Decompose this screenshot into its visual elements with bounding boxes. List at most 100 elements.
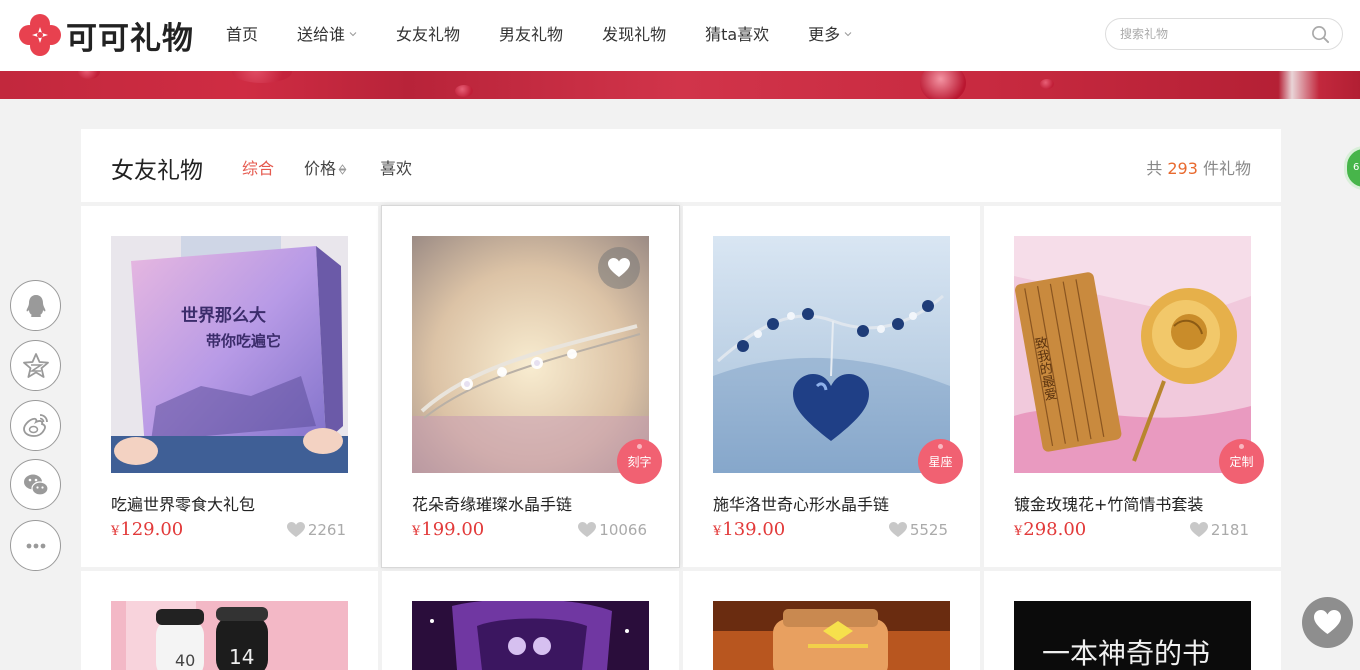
nav-item-for-whom[interactable]: 送给谁 <box>297 0 357 71</box>
floating-badge[interactable]: 6 <box>1344 146 1360 190</box>
product-image[interactable]: 致我的最爱 <box>1014 236 1251 473</box>
weibo-icon <box>23 414 48 437</box>
badge-number: 6 <box>1353 162 1360 173</box>
nav-label: 男友礼物 <box>499 25 564 44</box>
nav-label: 猜ta喜欢 <box>705 25 770 44</box>
like-count[interactable]: 5525 <box>888 521 948 539</box>
share-qzone-button[interactable] <box>10 340 61 391</box>
product-card[interactable]: 刻字 花朵奇缘璀璨水晶手链 ¥199.00 10066 <box>382 206 679 567</box>
like-count[interactable]: 2181 <box>1189 521 1249 539</box>
product-image[interactable] <box>713 236 950 473</box>
heart-icon <box>578 522 597 537</box>
sort-label: 喜欢 <box>380 159 413 178</box>
nav-item-more[interactable]: 更多 <box>808 0 852 71</box>
product-card[interactable]: 致我的最爱 定制 镀金玫瑰花+竹简情书套装 ¥298.00 2181 <box>984 206 1281 567</box>
site-name: 可可礼物 <box>66 20 194 57</box>
nav-item-boyfriend-gifts[interactable]: 男友礼物 <box>499 0 563 71</box>
book-cover-text: 一本神奇的书 <box>1042 637 1210 670</box>
product-image[interactable] <box>412 601 649 670</box>
price-value: 129.00 <box>120 519 184 540</box>
page-title: 女友礼物 <box>111 158 203 184</box>
nav-label: 发现礼物 <box>602 25 667 44</box>
sort-tab-likes[interactable]: 喜欢 <box>380 155 412 179</box>
svg-text:14: 14 <box>229 645 254 669</box>
site-logo[interactable]: 可可礼物 <box>18 13 194 57</box>
product-card[interactable] <box>382 571 679 670</box>
qq-icon <box>26 295 46 317</box>
sort-tab-default[interactable]: 综合 <box>242 155 274 179</box>
product-card[interactable]: 星座 施华洛世奇心形水晶手链 ¥139.00 5525 <box>683 206 980 567</box>
promo-banner[interactable] <box>0 71 1360 99</box>
qzone-star-icon <box>23 353 49 378</box>
search-icon[interactable] <box>1311 25 1330 44</box>
heart-icon <box>608 258 630 277</box>
banner-decoration <box>1040 79 1054 89</box>
nav-label: 送给谁 <box>297 25 346 44</box>
zodiac-tag-badge: 星座 <box>918 439 963 484</box>
nav-label: 女友礼物 <box>396 25 461 44</box>
product-card[interactable]: 14 40 <box>81 571 378 670</box>
share-more-button[interactable] <box>10 520 61 571</box>
favorite-button[interactable] <box>598 247 640 289</box>
nav-item-discover[interactable]: 发现礼物 <box>602 0 666 71</box>
product-image[interactable]: 一本神奇的书 <box>1014 601 1251 670</box>
product-image[interactable] <box>713 601 950 670</box>
svg-text:世界那么大: 世界那么大 <box>181 305 266 326</box>
magic-book-photo: 一本神奇的书 <box>1014 601 1251 670</box>
result-count: 共 293 件礼物 <box>1146 155 1251 179</box>
product-title[interactable]: 镀金玫瑰花+竹简情书套装 <box>1014 491 1203 515</box>
like-number: 2181 <box>1210 521 1249 539</box>
product-card[interactable]: 世界那么大 带你吃遍它 吃遍世界零食大礼包 ¥129.00 2261 <box>81 206 378 567</box>
like-count[interactable]: 10066 <box>578 521 647 539</box>
currency-symbol: ¥ <box>412 524 421 539</box>
site-header: 可可礼物 首页 送给谁 女友礼物 男友礼物 发现礼物 猜ta喜欢 更多 <box>0 0 1360 71</box>
gold-rose-bamboo-scroll-photo: 致我的最爱 <box>1014 236 1251 473</box>
like-count[interactable]: 2261 <box>286 521 346 539</box>
nav-item-guess-like[interactable]: 猜ta喜欢 <box>705 0 769 71</box>
nav-item-girlfriend-gifts[interactable]: 女友礼物 <box>396 0 460 71</box>
blue-heart-bracelet-photo <box>713 236 950 473</box>
product-title[interactable]: 花朵奇缘璀璨水晶手链 <box>412 491 572 515</box>
search-box <box>1105 18 1343 50</box>
nav-item-home[interactable]: 首页 <box>226 0 258 71</box>
like-number: 10066 <box>599 521 647 539</box>
heart-icon <box>888 522 907 537</box>
count-prefix: 共 <box>1146 159 1163 178</box>
purple-gift-box-photo: 世界那么大 带你吃遍它 <box>111 236 348 473</box>
chevron-down-icon <box>844 32 852 37</box>
product-image[interactable]: 世界那么大 带你吃遍它 <box>111 236 348 473</box>
banner-decoration <box>455 85 473 97</box>
main-nav: 首页 送给谁 女友礼物 男友礼物 发现礼物 猜ta喜欢 更多 <box>226 0 891 71</box>
heart-icon <box>286 522 305 537</box>
chevron-down-icon <box>349 32 357 37</box>
thermos-bottles-photo: 14 40 <box>111 601 348 670</box>
share-qq-button[interactable] <box>10 280 61 331</box>
share-weibo-button[interactable] <box>10 400 61 451</box>
product-image[interactable]: 14 40 <box>111 601 348 670</box>
currency-symbol: ¥ <box>111 524 120 539</box>
product-card[interactable] <box>683 571 980 670</box>
banner-decoration <box>232 71 292 83</box>
banner-decoration <box>78 71 100 79</box>
nav-label: 更多 <box>808 25 841 44</box>
count-number: 293 <box>1167 159 1198 178</box>
sort-arrows-icon <box>338 164 347 175</box>
like-number: 5525 <box>909 521 948 539</box>
currency-symbol: ¥ <box>1014 524 1023 539</box>
product-title[interactable]: 施华洛世奇心形水晶手链 <box>713 491 889 515</box>
sort-label: 价格 <box>304 159 337 178</box>
banner-decoration <box>920 71 966 99</box>
sort-tab-price[interactable]: 价格 <box>304 155 347 179</box>
product-price: ¥129.00 <box>111 519 183 540</box>
favorites-float-button[interactable] <box>1302 597 1353 648</box>
count-suffix: 件礼物 <box>1202 159 1251 178</box>
price-value: 199.00 <box>421 519 485 540</box>
search-input[interactable] <box>1120 25 1300 43</box>
nav-label: 首页 <box>226 25 259 44</box>
share-wechat-button[interactable] <box>10 459 61 510</box>
product-card[interactable]: 一本神奇的书 <box>984 571 1281 670</box>
price-value: 298.00 <box>1023 519 1087 540</box>
more-dots-icon <box>26 543 46 549</box>
currency-symbol: ¥ <box>713 524 722 539</box>
product-title[interactable]: 吃遍世界零食大礼包 <box>111 491 255 515</box>
